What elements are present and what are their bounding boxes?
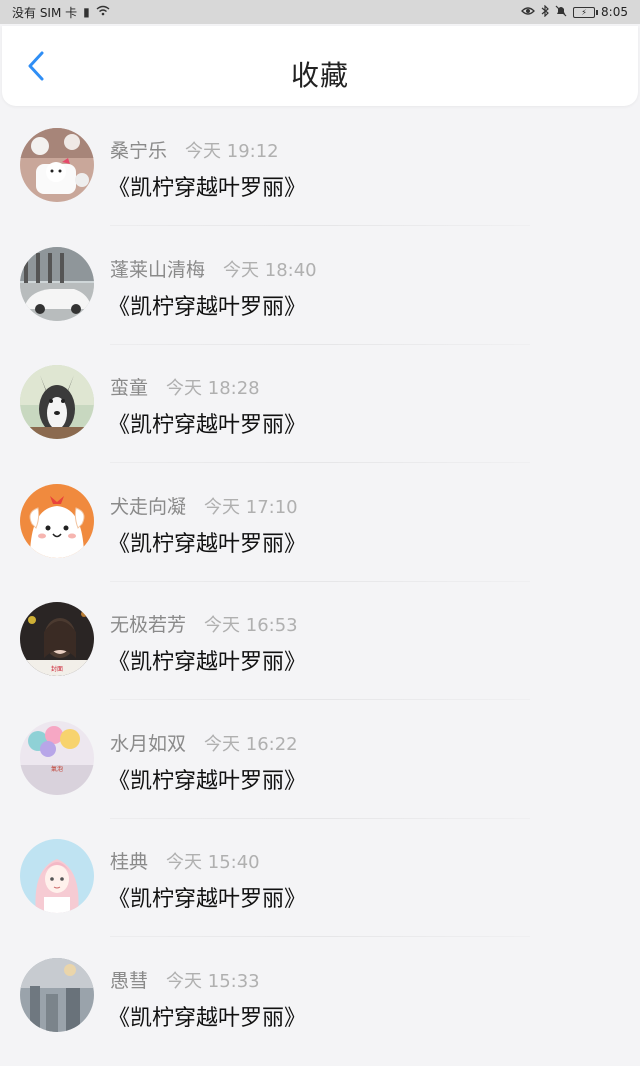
favorite-title[interactable]: 《凯柠穿越叶罗丽》 xyxy=(108,763,306,795)
clock: 8:05 xyxy=(601,5,628,19)
list-item[interactable]: 蓬莱山清梅 今天 18:40 《凯柠穿越叶罗丽》 xyxy=(0,237,640,356)
divider xyxy=(110,462,530,463)
username: 愚彗 xyxy=(110,966,148,993)
avatar[interactable] xyxy=(20,247,94,321)
avatar[interactable]: 氣泡 xyxy=(20,721,94,795)
wifi-icon xyxy=(96,5,110,19)
divider xyxy=(110,936,530,937)
username: 水月如双 xyxy=(110,729,186,756)
sim-icon: ▮ xyxy=(83,5,90,19)
username: 蓬莱山清梅 xyxy=(110,255,205,282)
avatar[interactable] xyxy=(20,365,94,439)
list-item[interactable]: 犬走向凝 今天 17:10 《凯柠穿越叶罗丽》 xyxy=(0,474,640,593)
favorite-title[interactable]: 《凯柠穿越叶罗丽》 xyxy=(108,526,306,558)
header-bar: 收藏 xyxy=(2,26,638,106)
svg-text:封面: 封面 xyxy=(51,665,63,673)
divider xyxy=(110,344,530,345)
timestamp: 今天 15:33 xyxy=(166,967,260,993)
carrier-label: 没有 SIM 卡 xyxy=(12,4,77,21)
mute-icon xyxy=(555,5,567,20)
timestamp: 今天 16:22 xyxy=(204,730,298,756)
timestamp: 今天 18:40 xyxy=(223,256,317,282)
divider xyxy=(110,225,530,226)
avatar[interactable] xyxy=(20,958,94,1032)
username: 桑宁乐 xyxy=(110,136,167,163)
favorite-title[interactable]: 《凯柠穿越叶罗丽》 xyxy=(108,1000,306,1032)
favorite-title[interactable]: 《凯柠穿越叶罗丽》 xyxy=(108,644,306,676)
battery-icon: ⚡ xyxy=(573,7,595,18)
list-item[interactable]: 蛮童 今天 18:28 《凯柠穿越叶罗丽》 xyxy=(0,355,640,474)
favorites-list: 桑宁乐 今天 19:12 《凯柠穿越叶罗丽》 蓬莱山清梅 今天 18:40 《凯… xyxy=(0,118,640,1066)
divider xyxy=(110,581,530,582)
timestamp: 今天 19:12 xyxy=(185,137,279,163)
avatar[interactable]: 封面 xyxy=(20,602,94,676)
bluetooth-icon xyxy=(541,5,549,20)
favorite-title[interactable]: 《凯柠穿越叶罗丽》 xyxy=(108,170,306,202)
avatar[interactable] xyxy=(20,839,94,913)
status-bar: 没有 SIM 卡 ▮ ⚡ 8:05 xyxy=(0,0,640,24)
username: 犬走向凝 xyxy=(110,492,186,519)
favorite-title[interactable]: 《凯柠穿越叶罗丽》 xyxy=(108,881,306,913)
favorite-title[interactable]: 《凯柠穿越叶罗丽》 xyxy=(108,289,306,321)
timestamp: 今天 17:10 xyxy=(204,493,298,519)
avatar[interactable] xyxy=(20,484,94,558)
divider xyxy=(110,818,530,819)
list-item[interactable]: 封面 无极若芳 今天 16:53 《凯柠穿越叶罗丽》 xyxy=(0,592,640,711)
username: 无极若芳 xyxy=(110,610,186,637)
username: 蛮童 xyxy=(110,373,148,400)
page-title: 收藏 xyxy=(2,54,638,94)
avatar[interactable] xyxy=(20,128,94,202)
divider xyxy=(110,699,530,700)
username: 桂典 xyxy=(110,847,148,874)
svg-text:氣泡: 氣泡 xyxy=(51,765,63,773)
list-item[interactable]: 愚彗 今天 15:33 《凯柠穿越叶罗丽》 xyxy=(0,948,640,1066)
timestamp: 今天 18:28 xyxy=(166,374,260,400)
list-item[interactable]: 桑宁乐 今天 19:12 《凯柠穿越叶罗丽》 xyxy=(0,118,640,237)
favorite-title[interactable]: 《凯柠穿越叶罗丽》 xyxy=(108,407,306,439)
timestamp: 今天 15:40 xyxy=(166,848,260,874)
list-item[interactable]: 氣泡 水月如双 今天 16:22 《凯柠穿越叶罗丽》 xyxy=(0,711,640,830)
eye-icon xyxy=(521,5,535,19)
list-item[interactable]: 桂典 今天 15:40 《凯柠穿越叶罗丽》 xyxy=(0,829,640,948)
timestamp: 今天 16:53 xyxy=(204,611,298,637)
